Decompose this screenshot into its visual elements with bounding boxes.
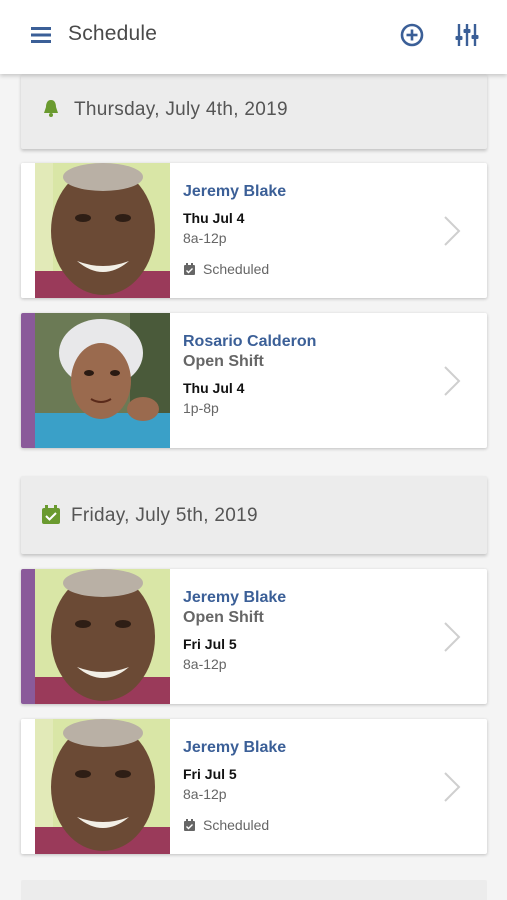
avatar <box>35 719 170 854</box>
avatar <box>35 163 170 298</box>
date-header-label: Thursday, July 4th, 2019 <box>74 99 288 120</box>
status-badge: Scheduled <box>183 261 269 277</box>
avatar <box>35 569 170 704</box>
status-stripe <box>21 569 35 704</box>
date-header: Thursday, July 4th, 2019 <box>21 74 487 149</box>
shift-info: Jeremy Blake Fri Jul 5 8a-12p Scheduled <box>183 719 433 854</box>
shift-time: 8a-12p <box>183 786 227 802</box>
shift-info: Jeremy Blake Open Shift Fri Jul 5 8a-12p <box>183 569 433 704</box>
shift-date: Fri Jul 5 <box>183 766 237 782</box>
status-label: Scheduled <box>203 261 270 277</box>
add-circle-icon[interactable] <box>399 22 425 48</box>
chevron-right-icon <box>444 622 461 652</box>
page-title: Schedule <box>68 22 158 45</box>
employee-name: Jeremy Blake <box>183 739 287 756</box>
status-label: Scheduled <box>203 817 270 833</box>
calendar-check-icon <box>184 263 195 275</box>
date-header-label: Friday, July 5th, 2019 <box>71 505 258 526</box>
status-stripe <box>21 163 35 298</box>
shift-card[interactable]: Jeremy Blake Open Shift Fri Jul 5 8a-12p <box>21 569 487 704</box>
shift-time: 8a-12p <box>183 230 227 246</box>
shift-card[interactable]: Jeremy Blake Fri Jul 5 8a-12p Scheduled <box>21 719 487 854</box>
chevron-right-icon <box>444 366 461 396</box>
shift-card[interactable]: Jeremy Blake Thu Jul 4 8a-12p Scheduled <box>21 163 487 298</box>
chevron-right-icon <box>444 216 461 246</box>
shift-time: 1p-8p <box>183 400 219 416</box>
shift-info: Rosario Calderon Open Shift Thu Jul 4 1p… <box>183 313 433 448</box>
filter-sliders-icon[interactable] <box>454 22 480 48</box>
shift-card[interactable]: Rosario Calderon Open Shift Thu Jul 4 1p… <box>21 313 487 448</box>
shift-info: Jeremy Blake Thu Jul 4 8a-12p Scheduled <box>183 163 433 298</box>
shift-date: Thu Jul 4 <box>183 380 245 396</box>
status-badge: Scheduled <box>183 817 269 833</box>
open-shift-label: Open Shift <box>183 353 264 370</box>
shift-date: Thu Jul 4 <box>183 210 245 226</box>
avatar <box>35 313 170 448</box>
app-bar: Schedule <box>0 0 507 74</box>
date-header: Friday, July 5th, 2019 <box>21 476 487 554</box>
hamburger-menu-icon[interactable] <box>29 23 53 47</box>
employee-name: Jeremy Blake <box>183 589 287 606</box>
shift-date: Fri Jul 5 <box>183 636 237 652</box>
schedule-list: Thursday, July 4th, 2019 Jeremy Blake Th… <box>0 74 507 900</box>
open-shift-label: Open Shift <box>183 609 264 626</box>
employee-name: Jeremy Blake <box>183 183 287 200</box>
shift-time: 8a-12p <box>183 656 227 672</box>
date-header <box>21 880 487 900</box>
chevron-right-icon <box>444 772 461 802</box>
employee-name: Rosario Calderon <box>183 333 317 350</box>
status-stripe <box>21 313 35 448</box>
calendar-check-icon <box>184 819 195 831</box>
status-stripe <box>21 719 35 854</box>
holiday-bell-icon <box>44 100 58 117</box>
calendar-check-icon <box>42 505 60 524</box>
